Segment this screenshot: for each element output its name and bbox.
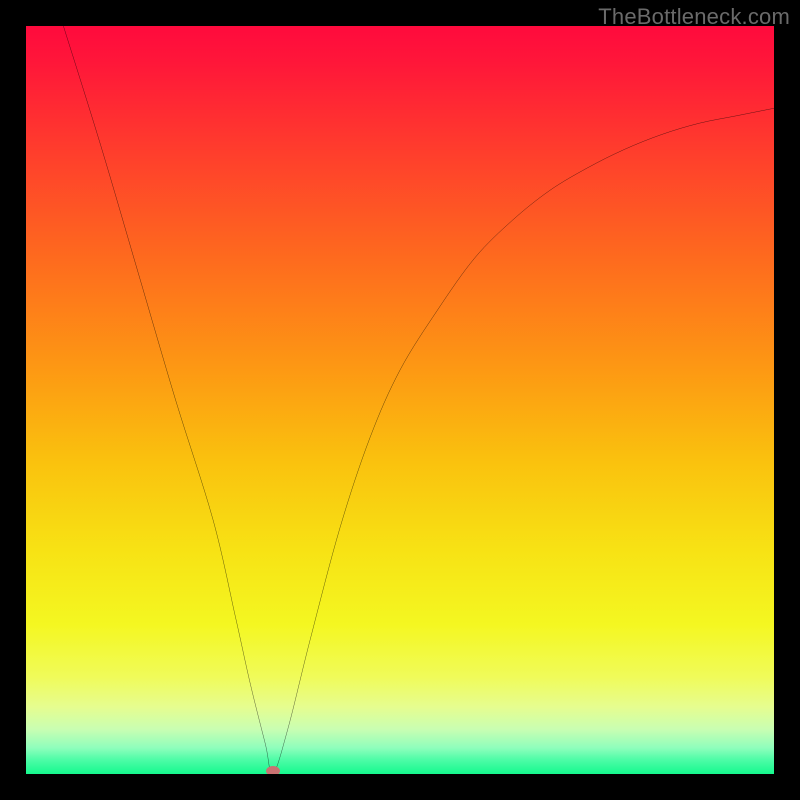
plot-area [26, 26, 774, 774]
bottleneck-curve [63, 26, 774, 774]
watermark-text: TheBottleneck.com [598, 4, 790, 30]
curve-svg [26, 26, 774, 774]
chart-frame: TheBottleneck.com [0, 0, 800, 800]
minimum-marker [266, 766, 280, 774]
